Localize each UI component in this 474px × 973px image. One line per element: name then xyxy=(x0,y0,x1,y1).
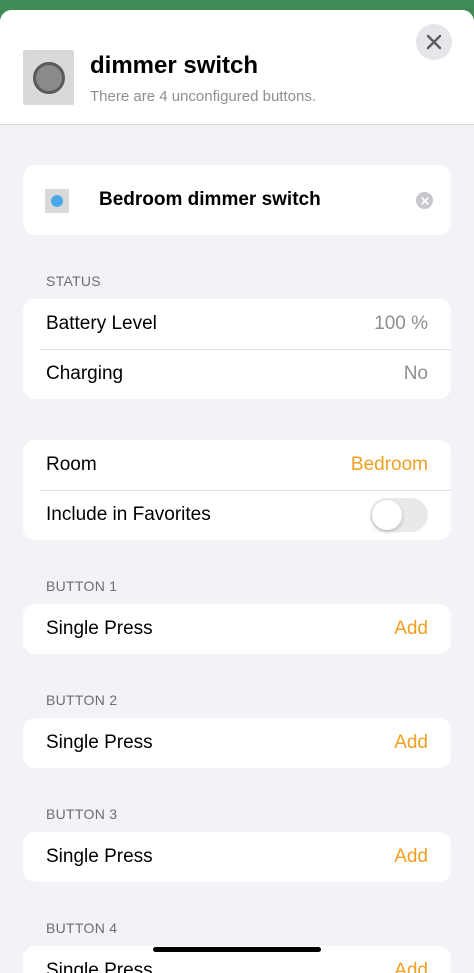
dimmer-switch-icon xyxy=(32,61,65,94)
home-indicator[interactable] xyxy=(153,947,321,952)
charging-value: No xyxy=(403,363,428,384)
add-action-button[interactable]: Add xyxy=(394,618,428,640)
single-press-label: Single Press xyxy=(46,618,153,639)
section-label-button-1: BUTTON 1 xyxy=(46,578,118,594)
status-card: Battery Level 100 % Charging No xyxy=(23,299,451,399)
section-label-button-3: BUTTON 3 xyxy=(46,806,118,822)
favorites-row: Include in Favorites xyxy=(23,490,451,540)
charging-label: Charging xyxy=(46,363,124,384)
favorites-label: Include in Favorites xyxy=(46,504,211,525)
page-subtitle: There are 4 unconfigured buttons. xyxy=(90,88,316,105)
settings-card: Room Bedroom Include in Favorites xyxy=(23,440,451,540)
status-row-charging: Charging No xyxy=(23,349,451,399)
battery-level-value: 100 % xyxy=(374,313,428,334)
close-button[interactable] xyxy=(416,24,452,60)
clear-name-button[interactable] xyxy=(416,192,433,209)
room-row[interactable]: Room Bedroom xyxy=(23,440,451,490)
battery-level-label: Battery Level xyxy=(46,313,157,334)
accessory-icon xyxy=(45,189,69,213)
add-action-button[interactable]: Add xyxy=(394,846,428,868)
button-1-card: Single Press Add xyxy=(23,604,451,654)
add-action-button[interactable]: Add xyxy=(394,960,428,973)
button-1-single-press-row[interactable]: Single Press Add xyxy=(23,604,451,654)
section-label-status: STATUS xyxy=(46,273,101,289)
button-2-single-press-row[interactable]: Single Press Add xyxy=(23,718,451,768)
single-press-label: Single Press xyxy=(46,960,153,973)
add-action-button[interactable]: Add xyxy=(394,732,428,754)
button-3-card: Single Press Add xyxy=(23,832,451,882)
single-press-label: Single Press xyxy=(46,846,153,867)
status-row-battery: Battery Level 100 % xyxy=(23,299,451,349)
single-press-label: Single Press xyxy=(46,732,153,753)
accessory-name-field[interactable]: Bedroom dimmer switch xyxy=(99,189,321,211)
button-2-card: Single Press Add xyxy=(23,718,451,768)
room-value[interactable]: Bedroom xyxy=(351,454,428,476)
section-label-button-4: BUTTON 4 xyxy=(46,920,118,936)
header: dimmer switch There are 4 unconfigured b… xyxy=(0,10,474,125)
room-label: Room xyxy=(46,454,97,475)
section-label-button-2: BUTTON 2 xyxy=(46,692,118,708)
accessory-name-card[interactable]: Bedroom dimmer switch xyxy=(23,165,451,235)
clear-icon xyxy=(420,196,429,205)
button-3-single-press-row[interactable]: Single Press Add xyxy=(23,832,451,882)
close-icon xyxy=(426,34,442,50)
page-title: dimmer switch xyxy=(90,52,259,79)
toggle-knob xyxy=(372,500,402,530)
status-dot-icon xyxy=(51,195,63,207)
favorites-toggle[interactable] xyxy=(370,498,428,532)
device-tile xyxy=(23,50,74,105)
accessory-settings-sheet: dimmer switch There are 4 unconfigured b… xyxy=(0,10,474,973)
